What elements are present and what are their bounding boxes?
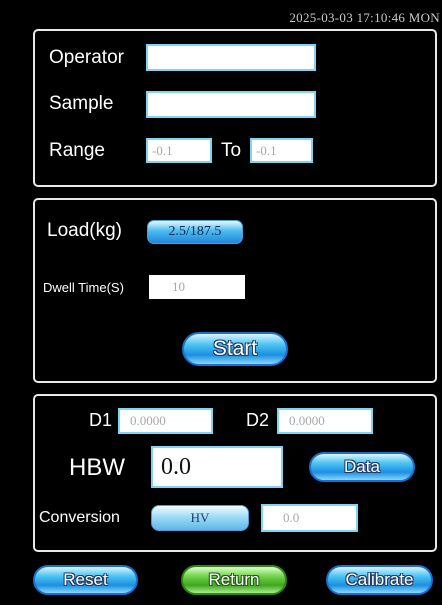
calibrate-button-label: Calibrate bbox=[345, 570, 414, 589]
dwell-time-label: Dwell Time(S) bbox=[43, 280, 124, 295]
d1-label: D1 bbox=[89, 410, 113, 430]
operator-field[interactable] bbox=[146, 44, 316, 71]
to-label: To bbox=[221, 140, 242, 161]
sample-label: Sample bbox=[49, 93, 114, 114]
d2-field[interactable]: 0.0000 bbox=[277, 408, 373, 434]
range-label: Range bbox=[49, 140, 105, 161]
return-button[interactable]: Return bbox=[181, 565, 287, 595]
result-panel: D1 0.0000 D2 0.0000 HBW 0.0 Data Convers… bbox=[33, 394, 437, 552]
conversion-value-field: 0.0 bbox=[261, 504, 358, 532]
conversion-label: Conversion bbox=[39, 509, 120, 526]
dwell-time-field[interactable]: 10 bbox=[149, 275, 245, 299]
data-button-label: Data bbox=[344, 457, 380, 476]
load-value: 2.5/187.5 bbox=[168, 224, 222, 239]
return-button-label: Return bbox=[208, 570, 260, 589]
conversion-type-button[interactable]: HV bbox=[151, 505, 249, 531]
range-from-field[interactable]: -0.1 bbox=[146, 138, 212, 163]
d2-label: D2 bbox=[246, 410, 270, 430]
operator-label: Operator bbox=[49, 47, 124, 68]
start-button[interactable]: Start bbox=[182, 332, 288, 366]
d1-field[interactable]: 0.0000 bbox=[118, 408, 213, 434]
start-button-label: Start bbox=[212, 337, 258, 360]
sample-field[interactable] bbox=[146, 91, 316, 118]
reset-button-label: Reset bbox=[63, 570, 108, 589]
operator-panel: Operator Sample Range -0.1 To -0.1 bbox=[33, 29, 437, 187]
conversion-type-label: HV bbox=[190, 510, 210, 525]
reset-button[interactable]: Reset bbox=[33, 565, 138, 595]
data-button[interactable]: Data bbox=[309, 452, 415, 482]
load-select-button[interactable]: 2.5/187.5 bbox=[147, 220, 243, 244]
calibrate-button[interactable]: Calibrate bbox=[326, 565, 433, 595]
range-to-field[interactable]: -0.1 bbox=[250, 138, 313, 163]
test-setup-panel: Load(kg) 2.5/187.5 Dwell Time(S) 10 Star… bbox=[33, 198, 437, 383]
load-label: Load(kg) bbox=[47, 220, 122, 241]
hbw-value-display: 0.0 bbox=[151, 446, 283, 488]
hbw-label: HBW bbox=[69, 454, 125, 481]
status-datetime: 2025-03-03 17:10:46 MON bbox=[289, 10, 440, 25]
